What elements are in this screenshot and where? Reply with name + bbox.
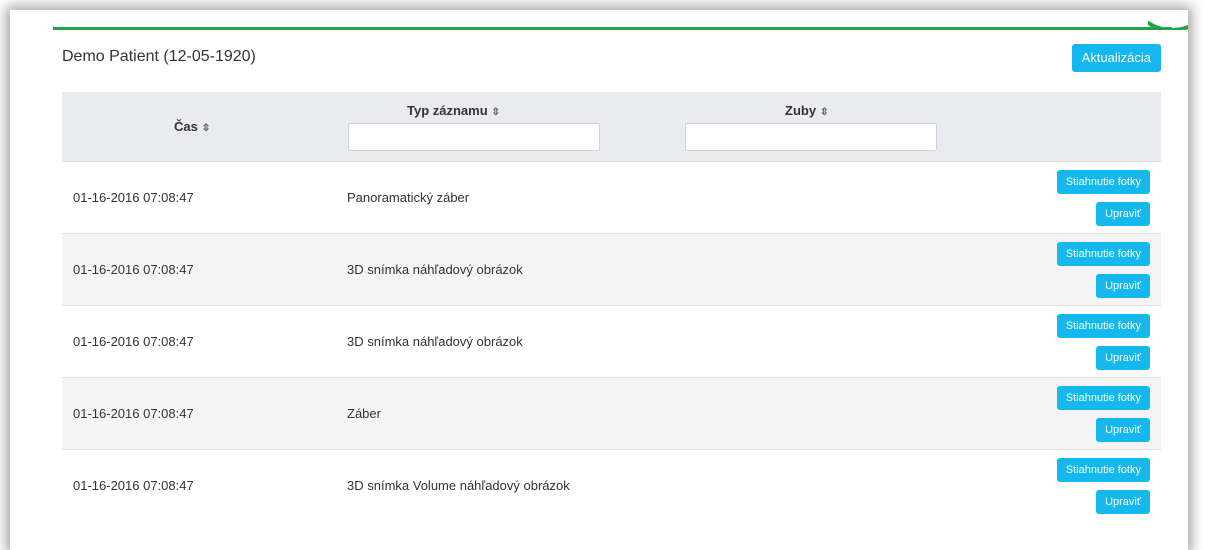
cell-teeth (690, 449, 961, 522)
edit-button[interactable]: Upraviť (1096, 201, 1150, 226)
cell-type: Panoramatický záber (347, 161, 690, 234)
edit-button[interactable]: Upraviť (1096, 417, 1150, 442)
table-header-row: Čas ⇳ Typ záznamu ⇳ Zuby ⇳ (62, 92, 1161, 162)
cell-actions: Stiahnutie fotky Upraviť (961, 233, 1161, 306)
patient-title: Demo Patient (12-05-1920) (62, 48, 256, 65)
cell-type: Záber (347, 377, 690, 450)
column-label-teeth: Zuby (785, 103, 817, 118)
column-header-actions (961, 92, 1161, 162)
edit-button[interactable]: Upraviť (1096, 273, 1150, 298)
panel-header: Demo Patient (12-05-1920) Aktualizácia (53, 30, 1172, 90)
cell-time: 01-16-2016 07:08:47 (62, 161, 347, 234)
type-filter-input[interactable] (348, 123, 600, 151)
cell-teeth (690, 161, 961, 234)
sort-icon[interactable]: ⇳ (492, 107, 500, 118)
download-photo-button[interactable]: Stiahnutie fotky (1056, 169, 1150, 194)
column-header-type[interactable]: Typ záznamu ⇳ (347, 92, 690, 162)
cell-time: 01-16-2016 07:08:47 (62, 305, 347, 378)
records-table: Čas ⇳ Typ záznamu ⇳ Zuby ⇳ 01-16-2016 07… (62, 92, 1161, 522)
cell-actions: Stiahnutie fotky Upraviť (961, 449, 1161, 522)
teeth-filter-input[interactable] (685, 123, 937, 151)
table-row: 01-16-2016 07:08:47 3D snímka náhľadový … (62, 305, 1161, 378)
cell-time: 01-16-2016 07:08:47 (62, 449, 347, 522)
column-header-teeth[interactable]: Zuby ⇳ (685, 92, 961, 162)
cell-actions: Stiahnutie fotky Upraviť (961, 305, 1161, 378)
cell-type: 3D snímka náhľadový obrázok (347, 233, 690, 306)
edit-button[interactable]: Upraviť (1096, 489, 1150, 514)
cell-teeth (690, 233, 961, 306)
cell-type: 3D snímka Volume náhľadový obrázok (347, 449, 690, 522)
edit-button[interactable]: Upraviť (1096, 345, 1150, 370)
cell-time: 01-16-2016 07:08:47 (62, 233, 347, 306)
update-button[interactable]: Aktualizácia (1071, 44, 1161, 72)
column-header-time[interactable]: Čas ⇳ (62, 92, 347, 162)
table-row: 01-16-2016 07:08:47 Panoramatický záber … (62, 161, 1161, 234)
column-label-type: Typ záznamu (407, 103, 488, 118)
download-photo-button[interactable]: Stiahnutie fotky (1056, 241, 1150, 266)
cell-type: 3D snímka náhľadový obrázok (347, 305, 690, 378)
download-photo-button[interactable]: Stiahnutie fotky (1056, 385, 1150, 410)
sort-icon[interactable]: ⇳ (202, 123, 210, 134)
cell-actions: Stiahnutie fotky Upraviť (961, 161, 1161, 234)
table-row: 01-16-2016 07:08:47 3D snímka Volume náh… (62, 449, 1161, 522)
download-photo-button[interactable]: Stiahnutie fotky (1056, 313, 1150, 338)
sort-icon[interactable]: ⇳ (820, 107, 828, 118)
table-row: 01-16-2016 07:08:47 Záber Stiahnutie fot… (62, 377, 1161, 450)
download-photo-button[interactable]: Stiahnutie fotky (1056, 457, 1150, 482)
patient-records-panel: Demo Patient (12-05-1920) Aktualizácia Č… (53, 27, 1172, 550)
cell-time: 01-16-2016 07:08:47 (62, 377, 347, 450)
table-row: 01-16-2016 07:08:47 3D snímka náhľadový … (62, 233, 1161, 306)
cell-teeth (690, 377, 961, 450)
cell-teeth (690, 305, 961, 378)
column-label-time: Čas (174, 119, 198, 134)
cell-actions: Stiahnutie fotky Upraviť (961, 377, 1161, 450)
